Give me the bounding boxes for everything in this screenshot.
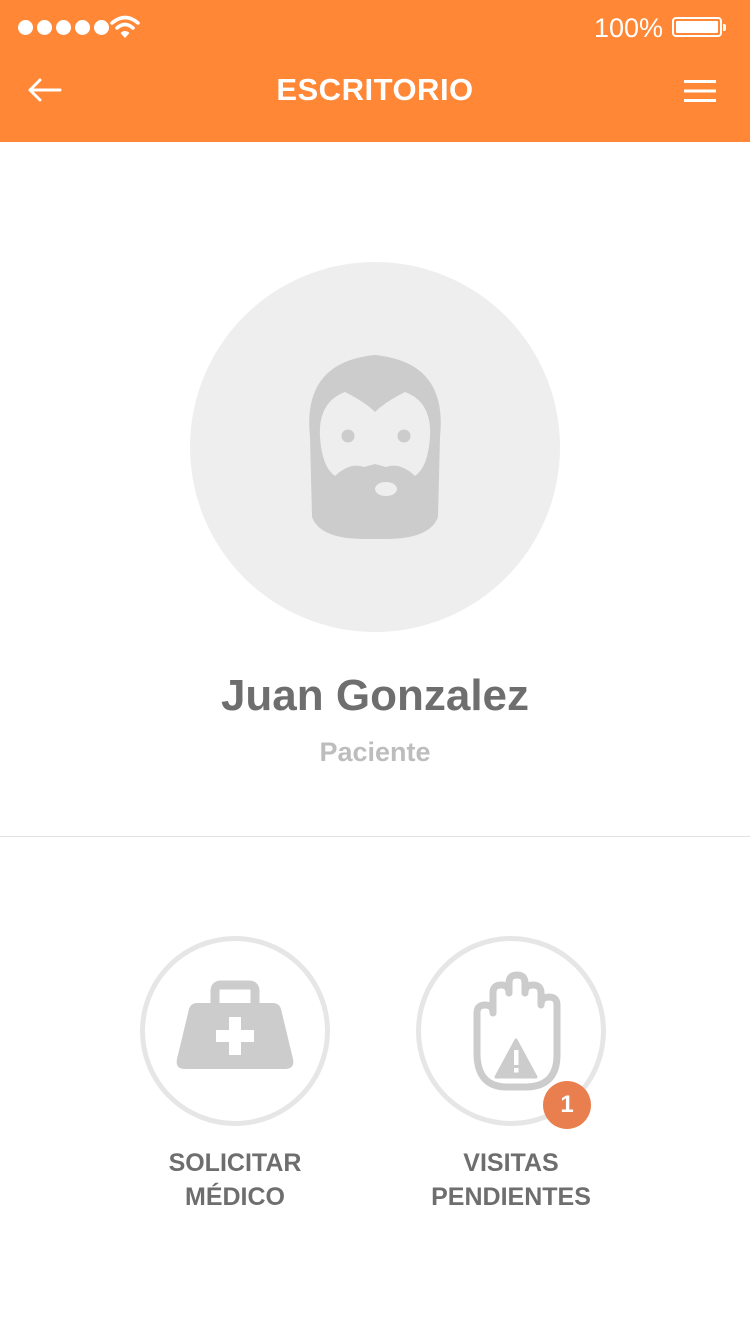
profile-name: Juan Gonzalez	[220, 671, 530, 720]
pending-visits-label: VISITAS PENDIENTES	[411, 1146, 611, 1214]
signal-strength-icon	[18, 20, 109, 35]
avatar[interactable]	[190, 262, 560, 632]
request-doctor-button[interactable]: SOLICITAR MÉDICO	[135, 936, 335, 1214]
request-doctor-label-line1: SOLICITAR	[168, 1149, 302, 1177]
request-doctor-circle	[140, 936, 330, 1126]
divider	[0, 836, 750, 837]
pending-visits-circle: 1	[416, 936, 606, 1129]
status-bar: 100%	[0, 0, 750, 56]
pending-visits-button[interactable]: 1 VISITAS PENDIENTES	[411, 936, 611, 1214]
bearded-man-avatar-icon	[309, 355, 441, 539]
medical-kit-icon	[176, 980, 294, 1069]
battery-icon	[672, 17, 726, 37]
menu-button[interactable]	[678, 72, 722, 110]
nav-bar: ESCRITORIO	[0, 56, 750, 142]
request-doctor-label: SOLICITAR MÉDICO	[135, 1146, 335, 1214]
notification-badge: 1	[543, 1081, 591, 1129]
profile-role: Paciente	[319, 737, 431, 767]
app-header: 100% ESCRITORIO	[0, 0, 750, 142]
request-doctor-label-line2: MÉDICO	[185, 1183, 285, 1211]
pending-visits-label-line2: PENDIENTES	[431, 1183, 591, 1211]
pending-visits-label-line1: VISITAS	[463, 1149, 559, 1177]
hamburger-menu-icon	[684, 80, 716, 102]
wifi-icon	[110, 15, 140, 38]
battery-percentage: 100%	[593, 13, 663, 43]
page-title: ESCRITORIO	[276, 72, 474, 107]
